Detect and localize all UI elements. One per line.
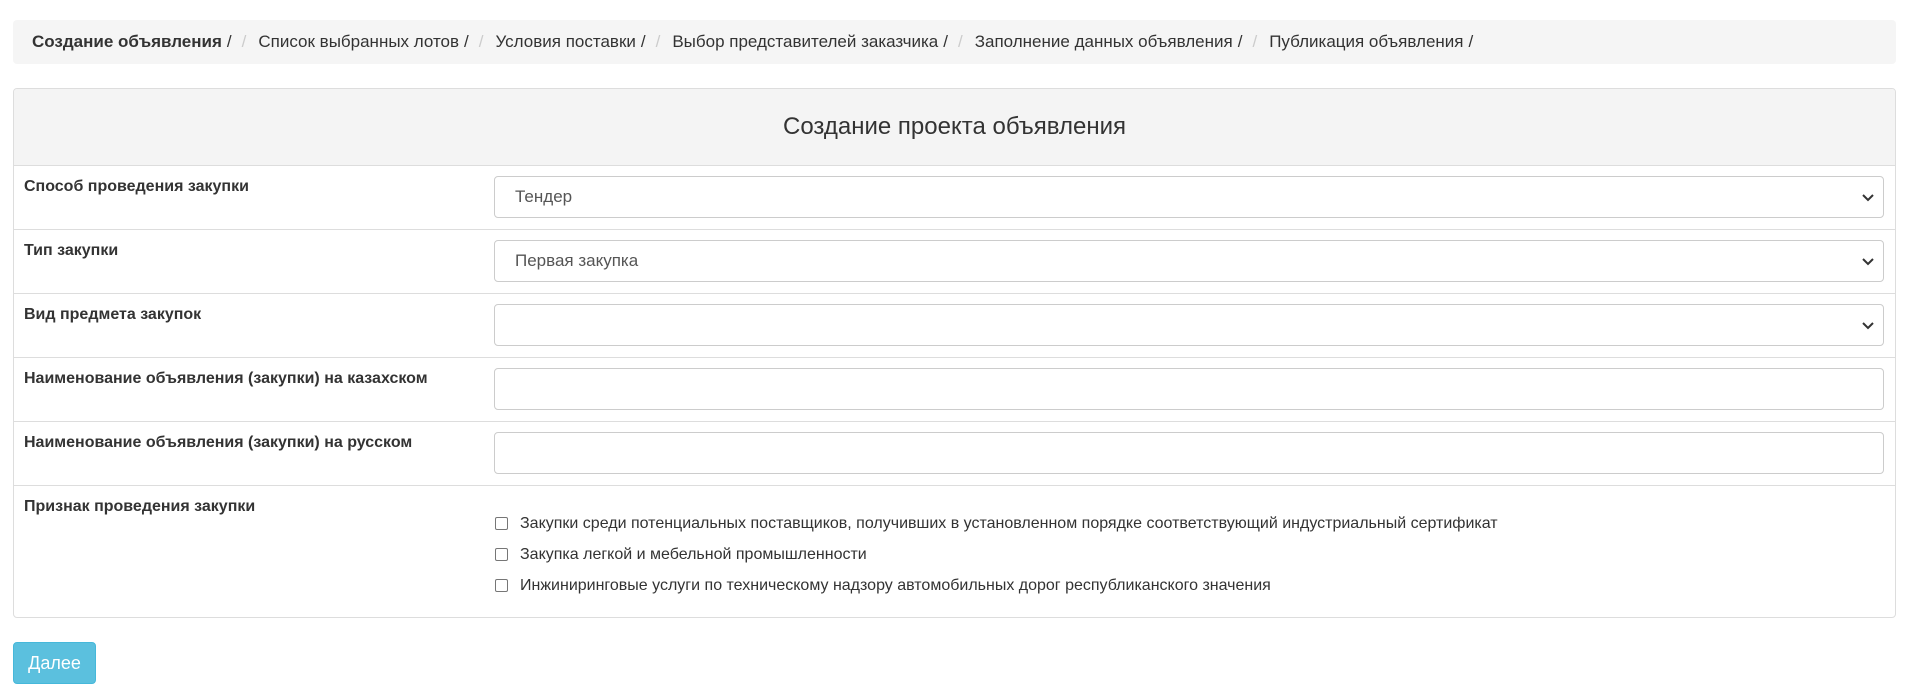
chevron-down-icon xyxy=(1862,322,1874,330)
breadcrumb-divider: / xyxy=(478,32,484,51)
breadcrumb-item-lots[interactable]: Список выбранных лотов xyxy=(258,32,459,52)
next-button[interactable]: Далее xyxy=(13,642,96,684)
breadcrumb-item-publish[interactable]: Публикация объявления xyxy=(1269,32,1463,52)
type-select[interactable]: Первая закупка xyxy=(494,240,1884,282)
method-select[interactable]: Тендер xyxy=(494,176,1884,218)
attribute-option-light-industry[interactable]: Закупка легкой и мебельной промышленност… xyxy=(494,539,1498,570)
checkbox[interactable] xyxy=(495,579,508,592)
attributes-checkbox-group: Закупки среди потенциальных поставщиков,… xyxy=(494,508,1498,601)
chevron-down-icon xyxy=(1862,258,1874,266)
method-label: Способ проведения закупки xyxy=(24,178,249,195)
attributes-label: Признак проведения закупки xyxy=(24,498,256,515)
attribute-option-industrial-cert[interactable]: Закупки среди потенциальных поставщиков,… xyxy=(494,508,1498,539)
breadcrumb: Создание объявления / / Список выбранных… xyxy=(13,20,1896,64)
name-kz-label: Наименование объявления (закупки) на каз… xyxy=(24,370,428,387)
panel-title: Создание проекта объявления xyxy=(14,89,1895,166)
breadcrumb-item-representatives[interactable]: Выбор представителей заказчика xyxy=(672,32,938,52)
breadcrumb-divider: / xyxy=(958,32,963,51)
type-label: Тип закупки xyxy=(24,242,119,259)
form-row-method: Способ проведения закупки Тендер xyxy=(14,166,1895,230)
form-row-type: Тип закупки Первая закупка xyxy=(14,230,1895,294)
form-row-name-kz: Наименование объявления (закупки) на каз… xyxy=(14,358,1895,422)
form-row-attributes: Признак проведения закупки Закупки среди… xyxy=(14,486,1895,617)
breadcrumb-separator: / xyxy=(1468,32,1474,51)
checkbox[interactable] xyxy=(495,548,508,561)
breadcrumb-separator: / xyxy=(640,32,646,51)
chevron-down-icon xyxy=(1862,194,1874,202)
attribute-option-label: Инжиниринговые услуги по техническому на… xyxy=(520,576,1271,594)
name-ru-label: Наименование объявления (закупки) на рус… xyxy=(24,434,413,451)
breadcrumb-separator: / xyxy=(943,32,948,51)
name-ru-input[interactable] xyxy=(494,432,1884,474)
breadcrumb-divider: / xyxy=(241,32,247,51)
breadcrumb-separator: / xyxy=(1237,32,1243,51)
attribute-option-label: Закупка легкой и мебельной промышленност… xyxy=(520,545,867,563)
breadcrumb-separator: / xyxy=(464,32,469,51)
subject-select[interactable] xyxy=(494,304,1884,346)
subject-label: Вид предмета закупок xyxy=(24,306,202,323)
announcement-panel: Создание проекта объявления Способ прове… xyxy=(13,88,1896,618)
checkbox[interactable] xyxy=(495,517,508,530)
method-select-value: Тендер xyxy=(515,187,573,206)
attribute-option-label: Закупки среди потенциальных поставщиков,… xyxy=(520,514,1498,532)
breadcrumb-item-delivery[interactable]: Условия поставки xyxy=(496,32,636,52)
breadcrumb-item-fill-data[interactable]: Заполнение данных объявления xyxy=(975,32,1233,52)
breadcrumb-separator: / xyxy=(226,32,232,51)
form-row-subject: Вид предмета закупок xyxy=(14,294,1895,358)
name-kz-input[interactable] xyxy=(494,368,1884,410)
attribute-option-engineering[interactable]: Инжиниринговые услуги по техническому на… xyxy=(494,570,1498,601)
breadcrumb-divider: / xyxy=(1252,32,1258,51)
breadcrumb-divider: / xyxy=(655,32,661,51)
breadcrumb-item-create[interactable]: Создание объявления xyxy=(32,32,222,52)
form-row-name-ru: Наименование объявления (закупки) на рус… xyxy=(14,422,1895,486)
type-select-value: Первая закупка xyxy=(515,251,639,270)
